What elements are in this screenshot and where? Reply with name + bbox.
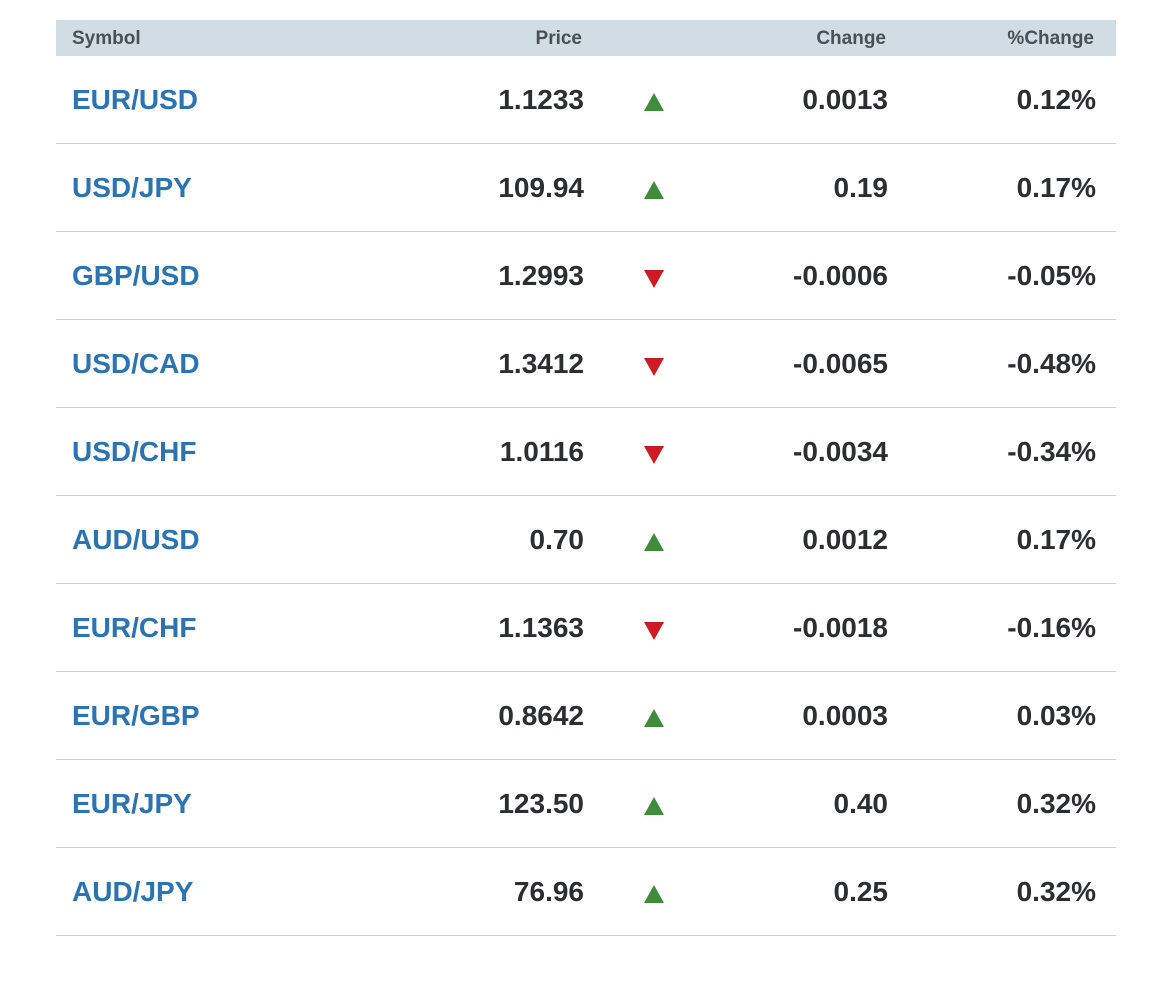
down-arrow-icon bbox=[644, 358, 664, 376]
price-value: 0.8642 bbox=[498, 700, 584, 731]
pct-change-value: 0.12% bbox=[1016, 84, 1096, 115]
change-value: 0.0012 bbox=[802, 524, 888, 555]
symbol-link[interactable]: AUD/JPY bbox=[72, 848, 193, 936]
up-arrow-icon bbox=[644, 533, 664, 551]
pct-change-value: 0.32% bbox=[1016, 788, 1096, 819]
change-value: 0.40 bbox=[833, 788, 889, 819]
up-arrow-icon bbox=[644, 797, 664, 815]
pct-change-value: 0.17% bbox=[1016, 524, 1096, 555]
table-row: EUR/GBP 0.8642 0.0003 0.03% bbox=[56, 672, 1116, 760]
currency-quote-table: Symbol Price Change %Change EUR/USD 1.12… bbox=[56, 20, 1116, 936]
symbol-link[interactable]: USD/CHF bbox=[72, 408, 196, 496]
symbol-link[interactable]: EUR/JPY bbox=[72, 760, 192, 848]
table-row: USD/CAD 1.3412 -0.0065 -0.48% bbox=[56, 320, 1116, 408]
symbol-link[interactable]: EUR/USD bbox=[72, 56, 198, 144]
up-arrow-icon bbox=[644, 885, 664, 903]
symbol-link[interactable]: AUD/USD bbox=[72, 496, 200, 584]
price-value: 123.50 bbox=[498, 788, 584, 819]
price-value: 1.1363 bbox=[498, 612, 584, 643]
up-arrow-icon bbox=[644, 93, 664, 111]
column-header-symbol[interactable]: Symbol bbox=[72, 20, 141, 58]
price-value: 0.70 bbox=[529, 524, 585, 555]
up-arrow-icon bbox=[644, 709, 664, 727]
table-row: USD/CHF 1.0116 -0.0034 -0.34% bbox=[56, 408, 1116, 496]
table-row: EUR/CHF 1.1363 -0.0018 -0.16% bbox=[56, 584, 1116, 672]
change-value: -0.0006 bbox=[793, 260, 888, 291]
symbol-link[interactable]: EUR/GBP bbox=[72, 672, 200, 760]
pct-change-value: -0.48% bbox=[1007, 348, 1096, 379]
down-arrow-icon bbox=[644, 622, 664, 640]
pct-change-value: 0.03% bbox=[1016, 700, 1096, 731]
down-arrow-icon bbox=[644, 446, 664, 464]
up-arrow-icon bbox=[644, 181, 664, 199]
table-row: AUD/JPY 76.96 0.25 0.32% bbox=[56, 848, 1116, 936]
table-row: EUR/JPY 123.50 0.40 0.32% bbox=[56, 760, 1116, 848]
pct-change-value: -0.16% bbox=[1007, 612, 1096, 643]
change-value: -0.0065 bbox=[793, 348, 888, 379]
price-value: 1.2993 bbox=[498, 260, 584, 291]
change-value: -0.0034 bbox=[793, 436, 888, 467]
column-header-price[interactable]: Price bbox=[536, 20, 582, 58]
price-value: 1.1233 bbox=[498, 84, 584, 115]
price-value: 109.94 bbox=[498, 172, 584, 203]
price-value: 1.3412 bbox=[498, 348, 584, 379]
table-header: Symbol Price Change %Change bbox=[56, 20, 1116, 56]
table-row: EUR/USD 1.1233 0.0013 0.12% bbox=[56, 56, 1116, 144]
column-header-pct-change[interactable]: %Change bbox=[1007, 20, 1094, 58]
price-value: 1.0116 bbox=[499, 436, 584, 467]
symbol-link[interactable]: EUR/CHF bbox=[72, 584, 196, 672]
symbol-link[interactable]: USD/CAD bbox=[72, 320, 200, 408]
table-row: USD/JPY 109.94 0.19 0.17% bbox=[56, 144, 1116, 232]
table-row: AUD/USD 0.70 0.0012 0.17% bbox=[56, 496, 1116, 584]
pct-change-value: 0.32% bbox=[1016, 876, 1096, 907]
pct-change-value: 0.17% bbox=[1016, 172, 1096, 203]
symbol-link[interactable]: USD/JPY bbox=[72, 144, 192, 232]
change-value: -0.0018 bbox=[793, 612, 888, 643]
down-arrow-icon bbox=[644, 270, 664, 288]
symbol-link[interactable]: GBP/USD bbox=[72, 232, 200, 320]
price-value: 76.96 bbox=[513, 876, 584, 907]
column-header-change[interactable]: Change bbox=[816, 20, 886, 58]
change-value: 0.0003 bbox=[802, 700, 888, 731]
pct-change-value: -0.34% bbox=[1007, 436, 1096, 467]
table-row: GBP/USD 1.2993 -0.0006 -0.05% bbox=[56, 232, 1116, 320]
change-value: 0.19 bbox=[833, 172, 889, 203]
pct-change-value: -0.05% bbox=[1007, 260, 1096, 291]
change-value: 0.0013 bbox=[802, 84, 888, 115]
change-value: 0.25 bbox=[833, 876, 889, 907]
